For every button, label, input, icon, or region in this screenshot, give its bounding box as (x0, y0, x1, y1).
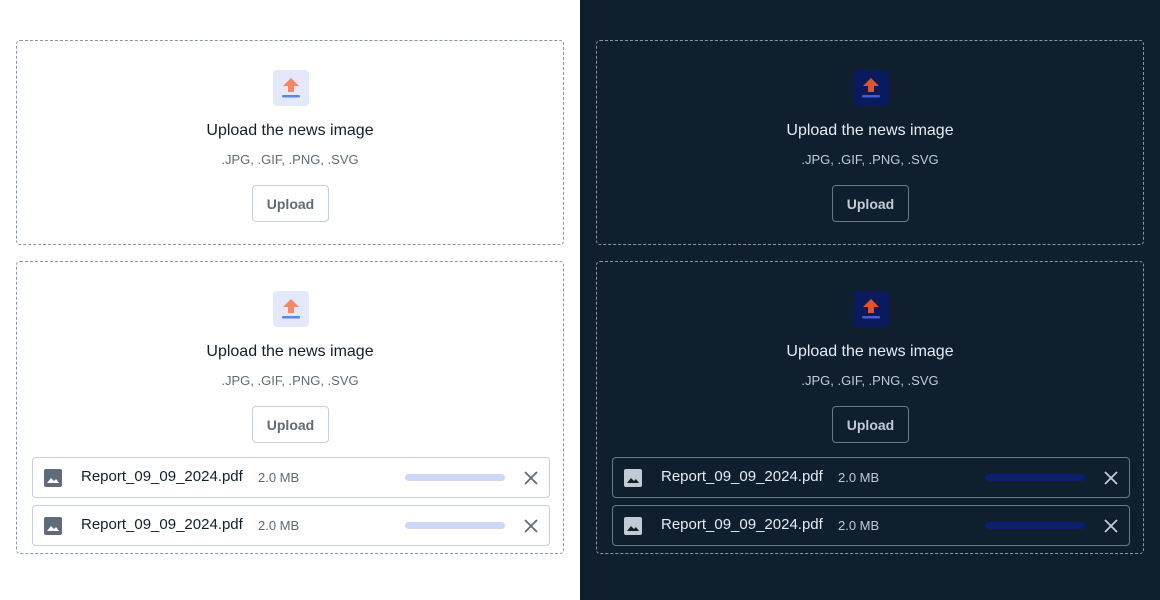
upload-button[interactable]: Upload (832, 185, 909, 222)
file-name: Report_09_09_2024.pdf (661, 468, 823, 485)
dark-theme-panel: Upload the news image .JPG, .GIF, .PNG, … (580, 0, 1160, 600)
upload-dropzone[interactable]: Upload the news image .JPG, .GIF, .PNG, … (596, 40, 1144, 245)
upload-progress-bar (985, 474, 1085, 481)
upload-button[interactable]: Upload (252, 185, 329, 222)
file-size: 2.0 MB (258, 470, 300, 485)
close-icon (524, 471, 538, 485)
dropzone-title: Upload the news image (786, 122, 954, 139)
upload-progress-bar (405, 522, 505, 529)
close-icon (1104, 471, 1118, 485)
remove-file-button[interactable] (521, 516, 541, 536)
upload-progress-fill (985, 522, 1085, 529)
close-icon (524, 519, 538, 533)
dropzone-title: Upload the news image (786, 343, 954, 360)
remove-file-button[interactable] (1101, 468, 1121, 488)
upload-progress-fill (405, 474, 505, 481)
image-file-icon (44, 469, 62, 487)
upload-arrow-icon (273, 70, 309, 106)
image-file-icon (624, 469, 642, 487)
file-size: 2.0 MB (838, 518, 880, 533)
accepted-file-types: .JPG, .GIF, .PNG, .SVG (221, 152, 359, 167)
upload-progress-fill (405, 522, 505, 529)
file-name: Report_09_09_2024.pdf (661, 516, 823, 533)
file-name: Report_09_09_2024.pdf (81, 516, 243, 533)
upload-button[interactable]: Upload (252, 406, 329, 443)
close-icon (1104, 519, 1118, 533)
uploaded-file-row: Report_09_09_2024.pdf 2.0 MB (612, 505, 1130, 546)
accepted-file-types: .JPG, .GIF, .PNG, .SVG (801, 373, 939, 388)
upload-dropzone-with-files[interactable]: Upload the news image .JPG, .GIF, .PNG, … (16, 261, 564, 554)
file-size: 2.0 MB (258, 518, 300, 533)
upload-progress-fill (985, 474, 1085, 481)
upload-arrow-icon (853, 70, 889, 106)
upload-arrow-icon (273, 291, 309, 327)
remove-file-button[interactable] (521, 468, 541, 488)
uploaded-file-row: Report_09_09_2024.pdf 2.0 MB (612, 457, 1130, 498)
accepted-file-types: .JPG, .GIF, .PNG, .SVG (221, 373, 359, 388)
image-file-icon (624, 517, 642, 535)
dropzone-title: Upload the news image (206, 343, 374, 360)
upload-dropzone-with-files[interactable]: Upload the news image .JPG, .GIF, .PNG, … (596, 261, 1144, 554)
upload-dropzone[interactable]: Upload the news image .JPG, .GIF, .PNG, … (16, 40, 564, 245)
image-file-icon (44, 517, 62, 535)
upload-progress-bar (405, 474, 505, 481)
remove-file-button[interactable] (1101, 516, 1121, 536)
dropzone-title: Upload the news image (206, 122, 374, 139)
upload-arrow-icon (853, 291, 889, 327)
upload-button[interactable]: Upload (832, 406, 909, 443)
file-size: 2.0 MB (838, 470, 880, 485)
upload-progress-bar (985, 522, 1085, 529)
uploaded-file-row: Report_09_09_2024.pdf 2.0 MB (32, 505, 550, 546)
accepted-file-types: .JPG, .GIF, .PNG, .SVG (801, 152, 939, 167)
file-name: Report_09_09_2024.pdf (81, 468, 243, 485)
light-theme-panel: Upload the news image .JPG, .GIF, .PNG, … (0, 0, 580, 600)
uploaded-file-row: Report_09_09_2024.pdf 2.0 MB (32, 457, 550, 498)
